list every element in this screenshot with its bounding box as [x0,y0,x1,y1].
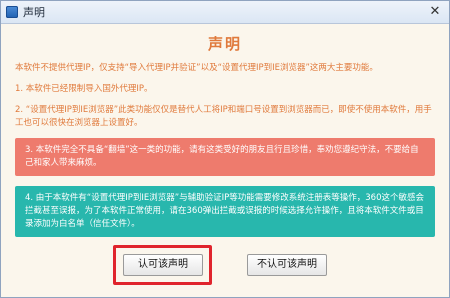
notice-box-teal: 4. 由于本软件有“设置代理IP到IE浏览器”与辅助验证IP等功能需要修改系统注… [15,186,435,237]
warning-box-red: 3. 本软件完全不具备“翻墙”这一类的功能，请有这类受好的朋友且行且珍惜，奉劝您… [15,138,435,176]
title-bar[interactable]: 声明 ✕ [1,1,449,24]
statement-heading: 声明 [207,35,242,53]
decline-statement-button[interactable]: 不认可该声明 [247,254,327,276]
window-title: 声明 [23,6,45,19]
statement-item-3: 3. 本软件完全不具备“翻墙”这一类的功能，请有这类受好的朋友且行且珍惜，奉劝您… [25,145,419,168]
focus-highlight [113,245,212,285]
statement-intro: 本软件不提供代理IP，仅支持“导入代理IP并验证”以及“设置代理IP到IE浏览器… [15,63,378,73]
dialog-window: 声明 ✕ 声明 本软件不提供代理IP，仅支持“导入代理IP并验证”以及“设置代理… [0,0,450,298]
statement-item-1: 1. 本软件已经限制导入国外代理IP。 [15,84,153,94]
decline-button-label: 不认可该声明 [257,259,317,270]
close-icon[interactable]: ✕ [427,4,443,19]
button-row: 认可该声明 不认可该声明 [1,245,449,285]
app-icon [6,6,18,18]
accept-statement-button[interactable]: 认可该声明 [113,245,212,285]
statement-item-4: 4. 由于本软件有“设置代理IP到IE浏览器”与辅助验证IP等功能需要修改系统注… [25,193,424,229]
statement-item-2: 2. “设置代理IP到IE浏览器”此类功能仅仅是替代人工将IP和端口号设置到浏览… [15,105,432,128]
statement-content: 声明 本软件不提供代理IP，仅支持“导入代理IP并验证”以及“设置代理IP到IE… [15,23,435,237]
